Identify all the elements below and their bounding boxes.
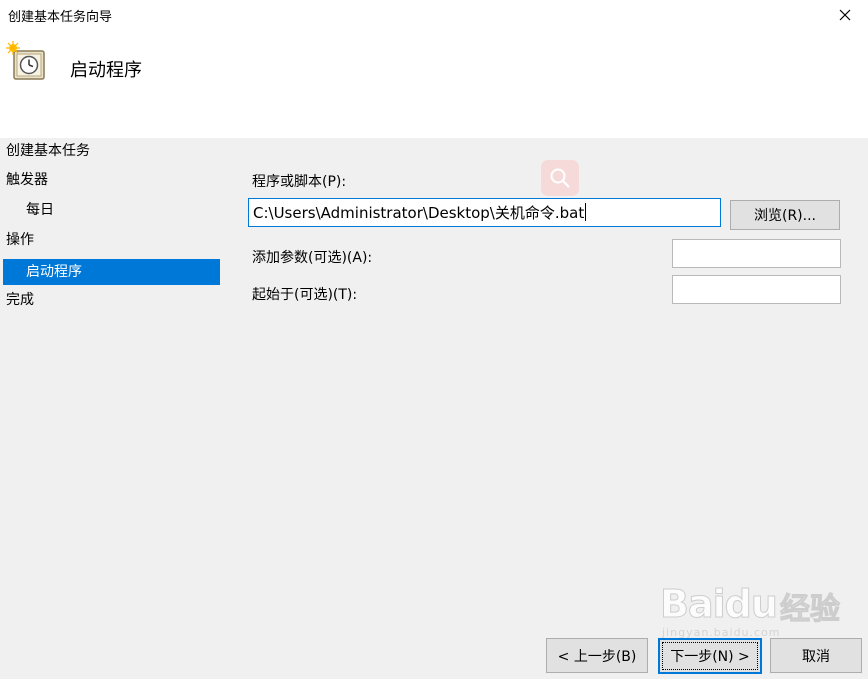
- wizard-header: 启动程序: [0, 30, 868, 138]
- program-input[interactable]: C:\Users\Administrator\Desktop\关机命令.bat: [248, 198, 721, 227]
- back-button[interactable]: < 上一步(B): [546, 638, 648, 673]
- watermark-brand-cn: 经验: [780, 592, 841, 628]
- program-label: 程序或脚本(P):: [252, 174, 347, 190]
- wizard-step-list: 创建基本任务 触发器 每日 操作 启动程序 完成: [0, 138, 222, 438]
- start-in-input[interactable]: [672, 275, 841, 304]
- window-title: 创建基本任务向导: [8, 10, 113, 25]
- start-in-label: 起始于(可选)(T):: [252, 287, 358, 303]
- cancel-button-label: 取消: [802, 648, 830, 665]
- next-button[interactable]: 下一步(N) >: [658, 638, 762, 674]
- search-watermark: [541, 160, 579, 196]
- step-action[interactable]: 操作: [0, 227, 220, 253]
- step-create-basic-task[interactable]: 创建基本任务: [0, 138, 220, 164]
- step-start-program[interactable]: 启动程序: [3, 259, 220, 285]
- back-button-label: < 上一步(B): [557, 648, 637, 665]
- step-daily[interactable]: 每日: [0, 197, 220, 223]
- args-label: 添加参数(可选)(A):: [252, 250, 373, 266]
- clock-icon: [6, 41, 45, 80]
- search-icon: [550, 168, 570, 188]
- args-input[interactable]: [672, 239, 841, 268]
- step-finish[interactable]: 完成: [0, 287, 220, 313]
- cancel-button[interactable]: 取消: [770, 638, 862, 673]
- browse-button[interactable]: 浏览(R)...: [730, 200, 840, 230]
- step-trigger[interactable]: 触发器: [0, 167, 220, 193]
- baidu-watermark: Baidu 经验 jingyan.baidu.com: [660, 582, 860, 640]
- close-button[interactable]: [822, 0, 868, 30]
- task-wizard-window: 创建基本任务向导 启动程序 创建基本任务 触发器 每日 操作 启动程序 完成 程…: [0, 0, 868, 679]
- text-caret: [585, 203, 587, 221]
- close-icon: [839, 9, 851, 21]
- title-bar: 创建基本任务向导: [0, 0, 868, 30]
- browse-button-label: 浏览(R)...: [753, 208, 816, 224]
- watermark-brand: Baidu: [660, 582, 779, 627]
- page-title: 启动程序: [70, 60, 142, 81]
- program-input-value: C:\Users\Administrator\Desktop\关机命令.bat: [253, 204, 585, 222]
- next-button-label: 下一步(N) >: [670, 649, 750, 665]
